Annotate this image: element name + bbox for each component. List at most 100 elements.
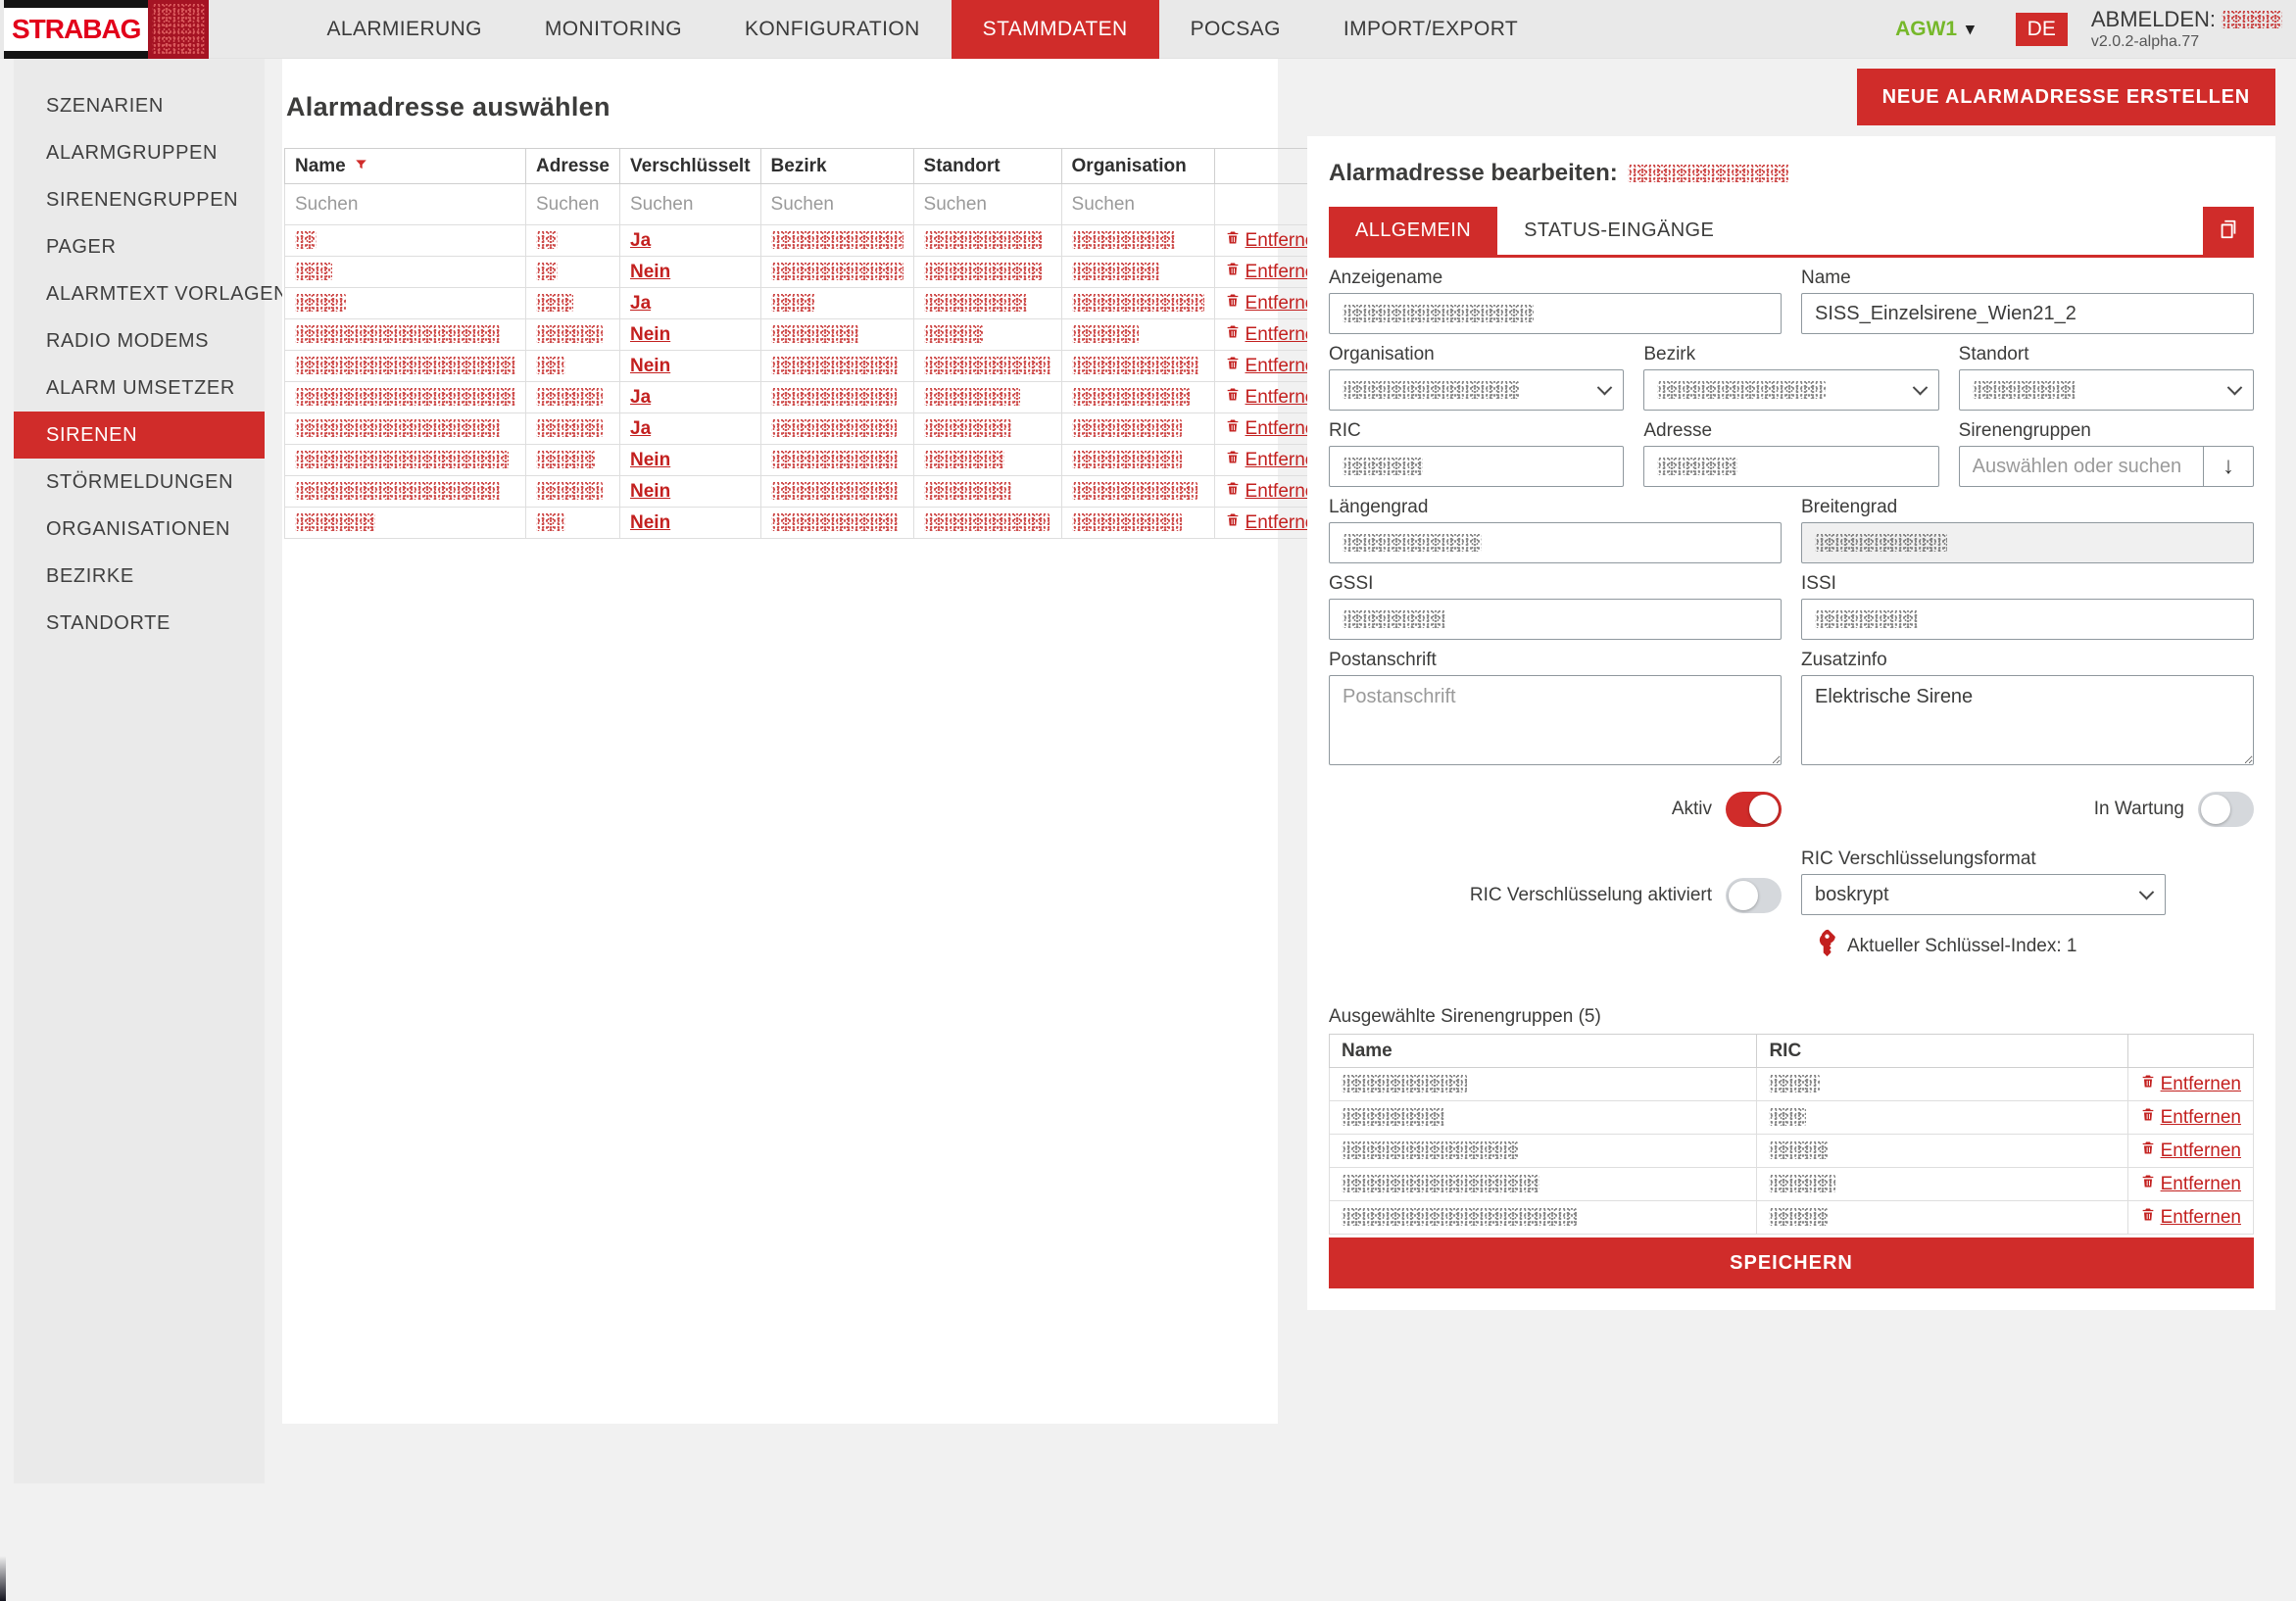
main-nav: ALARMIERUNGMONITORINGKONFIGURATIONSTAMMD…: [295, 0, 1549, 59]
sidebar-item-st-rmeldungen[interactable]: STÖRMELDUNGEN: [14, 459, 265, 506]
group-row: Entfernen: [1330, 1101, 2254, 1135]
cell-bezirk: [760, 445, 913, 476]
encrypted-link[interactable]: Ja: [630, 418, 651, 439]
sidebar-item-bezirke[interactable]: BEZIRKE: [14, 553, 265, 600]
sirenengruppen-search-input[interactable]: [1959, 446, 2203, 487]
zusatzinfo-textarea[interactable]: Elektrische Sirene: [1801, 675, 2254, 765]
encrypted-link[interactable]: Nein: [630, 450, 670, 470]
tab-status-eingaenge[interactable]: STATUS-EINGÄNGE: [1497, 207, 1740, 255]
remove-group-link[interactable]: Entfernen: [2140, 1206, 2241, 1229]
copy-button[interactable]: [2203, 207, 2254, 255]
column-header-verschl-sselt[interactable]: Verschlüsselt: [620, 149, 761, 184]
column-header-adresse[interactable]: Adresse: [526, 149, 620, 184]
nav-item-pocsag[interactable]: POCSAG: [1159, 0, 1312, 59]
sidebar-item-sirenen[interactable]: SIRENEN: [14, 412, 265, 459]
nav-item-import-export[interactable]: IMPORT/EXPORT: [1312, 0, 1549, 59]
aktiv-toggle[interactable]: [1726, 792, 1782, 827]
encrypted-link[interactable]: Ja: [630, 387, 651, 408]
sidebar-item-alarmgruppen[interactable]: ALARMGRUPPEN: [14, 129, 265, 176]
group-cell-ric: [1757, 1201, 2127, 1235]
search-input-name[interactable]: [295, 194, 515, 216]
table-row: JaEntfernen: [285, 382, 1337, 413]
cell-bezirk: [760, 257, 913, 288]
group-row: Entfernen: [1330, 1135, 2254, 1168]
nav-item-stammdaten[interactable]: STAMMDATEN: [952, 0, 1159, 59]
trash-icon: [2140, 1073, 2156, 1095]
ric-field[interactable]: [1329, 446, 1624, 487]
trash-icon: [2140, 1140, 2156, 1162]
adresse-field[interactable]: [1643, 446, 1938, 487]
gateway-selector[interactable]: AGW1 ▾: [1895, 18, 1975, 41]
column-header-organisation[interactable]: Organisation: [1061, 149, 1214, 184]
sidebar-item-pager[interactable]: PAGER: [14, 223, 265, 270]
anzeigename-field[interactable]: [1329, 293, 1782, 334]
gssi-field[interactable]: [1329, 599, 1782, 640]
tab-allgemein[interactable]: ALLGEMEIN: [1329, 207, 1497, 255]
issi-field[interactable]: [1801, 599, 2254, 640]
create-alarm-address-button[interactable]: NEUE ALARMADRESSE ERSTELLEN: [1857, 69, 2275, 125]
group-cell-ric: [1757, 1135, 2127, 1168]
key-icon: [1817, 933, 1837, 959]
ric-verschluesselung-toggle[interactable]: [1726, 878, 1782, 913]
bezirk-label: Bezirk: [1643, 344, 1938, 365]
cell-standort: [913, 319, 1061, 351]
sidebar-item-standorte[interactable]: STANDORTE: [14, 600, 265, 647]
cell-organisation: [1061, 225, 1214, 257]
nav-item-konfiguration[interactable]: KONFIGURATION: [713, 0, 952, 59]
table-row: NeinEntfernen: [285, 476, 1337, 508]
sirenengruppen-dropdown-button[interactable]: ↓: [2203, 446, 2254, 487]
remove-group-link[interactable]: Entfernen: [2140, 1173, 2241, 1195]
remove-group-link[interactable]: Entfernen: [2140, 1073, 2241, 1095]
table-row: NeinEntfernen: [285, 257, 1337, 288]
search-input-organisation[interactable]: [1072, 194, 1204, 216]
encrypted-link[interactable]: Ja: [630, 230, 651, 251]
cell-verschluesselt: Ja: [620, 382, 761, 413]
encrypted-link[interactable]: Nein: [630, 481, 670, 502]
cell-name: [285, 351, 526, 382]
postanschrift-textarea[interactable]: [1329, 675, 1782, 765]
ric-format-select[interactable]: boskrypt: [1801, 874, 2166, 915]
column-header-name[interactable]: Name: [285, 149, 526, 184]
cell-standort: [913, 445, 1061, 476]
search-input-verschl-sselt[interactable]: [630, 194, 751, 216]
language-badge[interactable]: DE: [2016, 13, 2068, 46]
encrypted-link[interactable]: Nein: [630, 262, 670, 282]
table-row: NeinEntfernen: [285, 445, 1337, 476]
standort-select[interactable]: [1959, 369, 2254, 411]
column-header-standort[interactable]: Standort: [913, 149, 1061, 184]
remove-group-link[interactable]: Entfernen: [2140, 1106, 2241, 1129]
sidebar-item-radio-modems[interactable]: RADIO MODEMS: [14, 317, 265, 364]
sidebar-item-sirenengruppen[interactable]: SIRENENGRUPPEN: [14, 176, 265, 223]
sidebar-item-alarmtext-vorlagen[interactable]: ALARMTEXT VORLAGEN: [14, 270, 265, 317]
bottom-left-artifact: [0, 1556, 6, 1601]
nav-item-alarmierung[interactable]: ALARMIERUNG: [295, 0, 513, 59]
bezirk-select[interactable]: [1643, 369, 1938, 411]
search-input-standort[interactable]: [924, 194, 1051, 216]
in-wartung-toggle[interactable]: [2198, 792, 2254, 827]
sidebar-item-organisationen[interactable]: ORGANISATIONEN: [14, 506, 265, 553]
sidebar-item-alarm-umsetzer[interactable]: ALARM UMSETZER: [14, 364, 265, 412]
search-input-adresse[interactable]: [536, 194, 610, 216]
encrypted-link[interactable]: Nein: [630, 356, 670, 376]
remove-group-link[interactable]: Entfernen: [2140, 1140, 2241, 1162]
organisation-select[interactable]: [1329, 369, 1624, 411]
sidebar-item-szenarien[interactable]: SZENARIEN: [14, 82, 265, 129]
encrypted-link[interactable]: Nein: [630, 512, 670, 533]
logout-link[interactable]: ABMELDEN:: [2091, 6, 2282, 33]
group-cell-name: [1330, 1168, 1757, 1201]
redacted-value: [1657, 458, 1737, 475]
search-input-bezirk[interactable]: [771, 194, 904, 216]
column-header-bezirk[interactable]: Bezirk: [760, 149, 913, 184]
group-cell-name: [1330, 1135, 1757, 1168]
cell-name: [285, 319, 526, 351]
name-field[interactable]: [1801, 293, 2254, 334]
cell-adresse: [526, 476, 620, 508]
cell-standort: [913, 413, 1061, 445]
laengengrad-field[interactable]: [1329, 522, 1782, 563]
encrypted-link[interactable]: Nein: [630, 324, 670, 345]
cell-bezirk: [760, 225, 913, 257]
save-button[interactable]: SPEICHERN: [1329, 1237, 2254, 1288]
nav-item-monitoring[interactable]: MONITORING: [513, 0, 713, 59]
page-title: Alarmadresse auswählen: [286, 92, 1276, 122]
encrypted-link[interactable]: Ja: [630, 293, 651, 314]
